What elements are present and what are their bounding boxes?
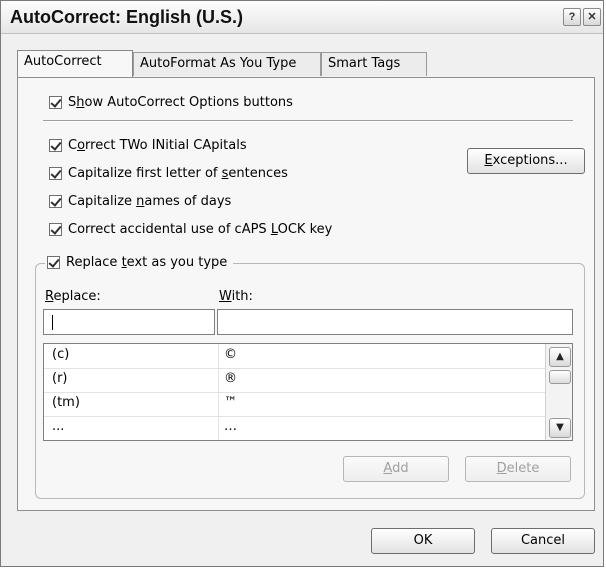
scroll-thumb[interactable] <box>549 370 571 384</box>
with-cell: ™ <box>224 395 237 410</box>
correct-caps-lock-checkbox[interactable]: Correct accidental use of cAPS LOCK key <box>49 222 332 237</box>
checkbox-box[interactable] <box>49 223 62 236</box>
checkbox-box[interactable] <box>49 139 62 152</box>
help-icon[interactable]: ? <box>563 8 581 26</box>
list-item[interactable]: (c) © <box>44 344 546 369</box>
checkbox-box[interactable] <box>49 195 62 208</box>
checkbox-label: Correct accidental use of cAPS LOCK key <box>68 222 333 237</box>
list-scrollbar[interactable]: ▲ ▼ <box>545 344 572 440</box>
with-label: With: <box>219 289 253 304</box>
checkbox-label: Correct TWo INitial CApitals <box>68 138 247 153</box>
capitalize-names-of-days-checkbox[interactable]: Capitalize names of days <box>49 194 231 209</box>
title-bar: AutoCorrect: English (U.S.) ? ✕ <box>1 1 603 34</box>
replace-text-as-you-type-checkbox[interactable]: Replace text as you type <box>45 255 234 270</box>
autocorrect-dialog: AutoCorrect: English (U.S.) ? ✕ AutoCorr… <box>0 0 604 567</box>
ok-button[interactable]: OK <box>371 528 475 554</box>
replace-cell: (tm) <box>52 395 80 410</box>
checkbox-label: Capitalize names of days <box>68 194 232 209</box>
text-caret <box>52 315 53 330</box>
with-cell: © <box>224 347 237 362</box>
close-icon[interactable]: ✕ <box>583 8 601 26</box>
with-cell: … <box>224 419 237 434</box>
list-item[interactable]: (r) ® <box>44 368 546 393</box>
replace-label: Replace: <box>45 289 101 304</box>
tab-smart-tags[interactable]: Smart Tags <box>321 52 427 76</box>
separator <box>43 120 573 122</box>
list-item[interactable]: ... … <box>44 416 546 440</box>
replacement-list[interactable]: (c) © (r) ® (tm) ™ ... … ▲ ▼ <box>43 343 573 441</box>
with-input[interactable] <box>217 309 573 335</box>
checkbox-label: Capitalize first letter of sentences <box>68 166 288 181</box>
show-autocorrect-options-checkbox[interactable]: Show AutoCorrect Options buttons <box>49 95 293 110</box>
exceptions-button[interactable]: Exceptions... <box>467 148 585 174</box>
replace-input[interactable] <box>43 309 215 335</box>
checkbox-label: Replace text as you type <box>66 255 228 270</box>
checkbox-box[interactable] <box>49 96 62 109</box>
checkbox-box[interactable] <box>49 167 62 180</box>
tab-autocorrect[interactable]: AutoCorrect <box>17 50 133 77</box>
list-item[interactable]: (tm) ™ <box>44 392 546 417</box>
add-button[interactable]: Add <box>343 456 449 482</box>
delete-button[interactable]: Delete <box>465 456 571 482</box>
dialog-title: AutoCorrect: English (U.S.) <box>10 7 243 27</box>
with-cell: ® <box>224 371 237 386</box>
correct-two-initial-capitals-checkbox[interactable]: Correct TWo INitial CApitals <box>49 138 247 153</box>
tab-autoformat-as-you-type[interactable]: AutoFormat As You Type <box>133 52 321 76</box>
replace-cell: (r) <box>52 371 68 386</box>
checkbox-box[interactable] <box>47 256 60 269</box>
capitalize-first-letter-checkbox[interactable]: Capitalize first letter of sentences <box>49 166 288 181</box>
scroll-up-icon[interactable]: ▲ <box>549 347 571 367</box>
checkbox-label: Show AutoCorrect Options buttons <box>68 95 293 110</box>
cancel-button[interactable]: Cancel <box>491 528 595 554</box>
replace-cell: ... <box>52 419 65 434</box>
scroll-down-icon[interactable]: ▼ <box>549 418 571 438</box>
replace-cell: (c) <box>52 347 70 362</box>
